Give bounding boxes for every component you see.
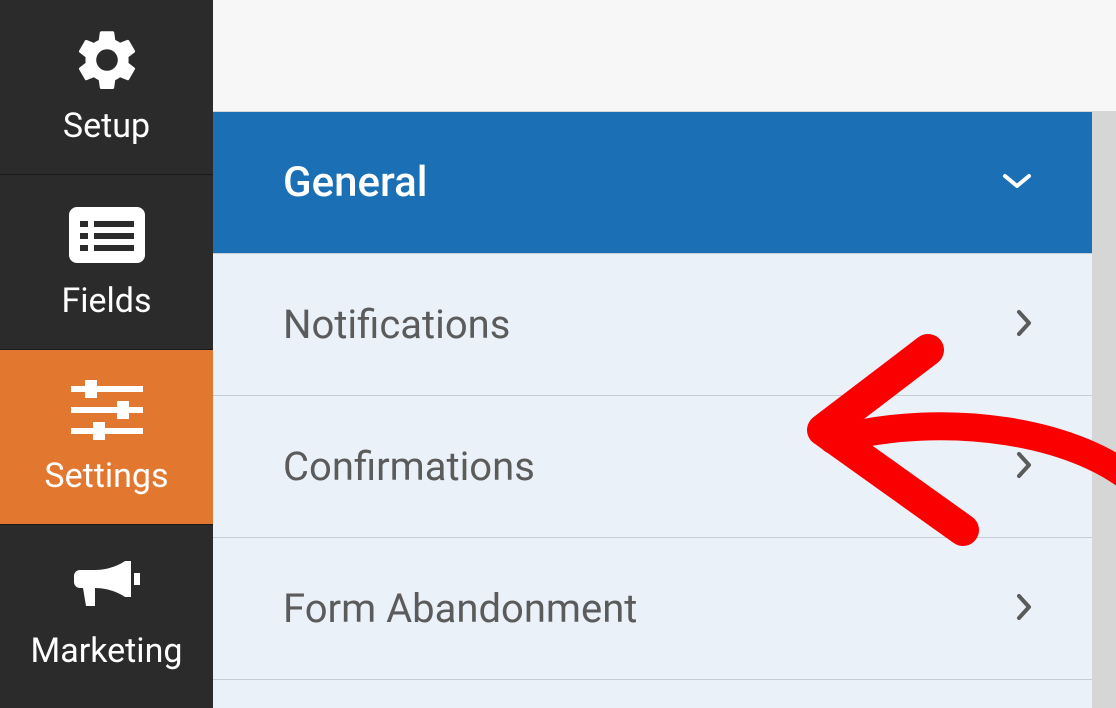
sidebar-item-label: Setup [63, 106, 150, 146]
gear-icon [71, 20, 143, 100]
top-bar [213, 0, 1116, 112]
panel-row-general[interactable]: General [213, 112, 1092, 254]
sidebar-item-label: Fields [61, 281, 151, 321]
chevron-right-icon [1016, 593, 1032, 625]
list-icon [68, 195, 146, 275]
chevron-right-icon [1016, 309, 1032, 341]
panel-row-label: Form Abandonment [283, 585, 637, 632]
sidebar-item-label: Settings [44, 456, 168, 496]
panel-row-label: Confirmations [283, 443, 535, 490]
sidebar-nav: Setup Fields [0, 0, 213, 708]
panel-row-label: Notifications [283, 301, 510, 348]
panel-row-label: General [283, 158, 427, 207]
sidebar-item-settings[interactable]: Settings [0, 350, 213, 525]
panel-row-confirmations[interactable]: Confirmations [213, 396, 1092, 538]
sidebar-item-marketing[interactable]: Marketing [0, 525, 213, 699]
sliders-icon [67, 370, 147, 450]
chevron-down-icon [1002, 172, 1032, 194]
sidebar-item-label: Marketing [31, 631, 183, 671]
bullhorn-icon [71, 545, 143, 625]
settings-panel: General Notifications Confirmations [213, 112, 1116, 708]
panel-row-notifications[interactable]: Notifications [213, 254, 1092, 396]
chevron-right-icon [1016, 451, 1032, 483]
sidebar-item-fields[interactable]: Fields [0, 175, 213, 350]
panel-row-form-abandonment[interactable]: Form Abandonment [213, 538, 1092, 680]
sidebar-item-setup[interactable]: Setup [0, 0, 213, 175]
main-content: General Notifications Confirmations [213, 0, 1116, 708]
